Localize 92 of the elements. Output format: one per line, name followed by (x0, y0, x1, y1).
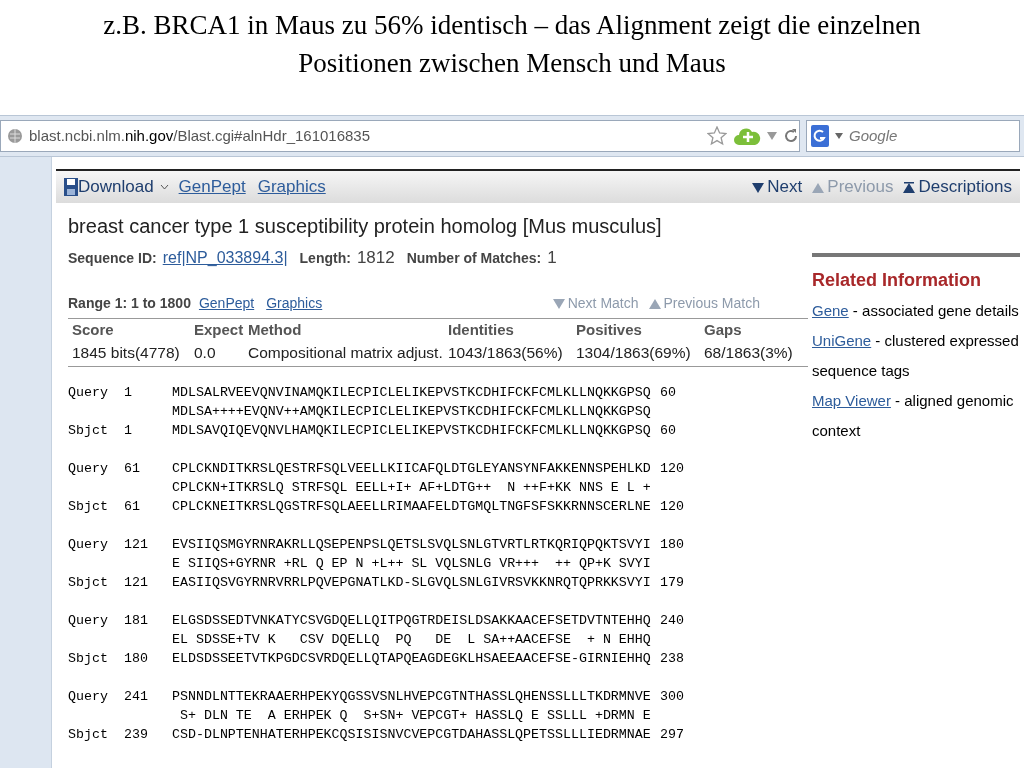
position-number: 240 (660, 612, 684, 631)
subject-label: Sbjct (68, 574, 109, 593)
sequence-text: MDLSALRVEEVQNVINAMQKILECPICLELIKEPVSTKCDHIFCKFCMLKLLNQKKGPSQ (172, 384, 652, 403)
query-label: Query (68, 460, 109, 479)
nav-link[interactable]: Next (752, 174, 803, 200)
query-label: Query (68, 612, 109, 631)
address-bar[interactable]: blast.ncbi.nlm.nih.gov/Blast.cgi#alnHdr_161016835 (0, 120, 800, 152)
dropdown-icon[interactable] (767, 132, 777, 140)
position-number: 300 (660, 688, 684, 707)
table-cell-text: 1304/1863(69%) (575, 343, 692, 363)
subject-label: Sbjct (68, 726, 109, 745)
match-line: CPLCKN+ITKRSLQ STRFSQL EELL+I+ AF+LDTG++ N ++F+KK NNS E L + (172, 479, 651, 498)
position-number: 121 (124, 574, 149, 593)
column-header: Identities (447, 319, 515, 340)
position-number: 120 (660, 460, 684, 479)
slide-title: z.B. BRCA1 in Maus zu 56% identisch – das Alignment zeigt die einzelnen Positionen zwischen Mensch und Maus (102, 9, 922, 80)
sequence-text: ELGSDSSEDTVNKATYCSVGDQELLQITPQGTRDEISLDSAKKAACEFSETDVTNTEHHQ (172, 612, 652, 631)
reload-icon[interactable] (783, 128, 799, 144)
position-number: 60 (660, 384, 676, 403)
position-number: 238 (660, 650, 684, 669)
match-line: E SIIQS+GYRNR +RL Q EP N +L++ SL VQLSNLG VR+++ ++ QP+K SVYI (172, 555, 651, 574)
position-number: 239 (124, 726, 149, 745)
column-header: Expect (193, 319, 244, 340)
matches-value: 1 (547, 247, 557, 269)
globe-icon (7, 128, 23, 144)
toolbar-link[interactable]: Graphics (257, 174, 326, 200)
query-label: Query (68, 536, 109, 555)
length-value: 1812 (356, 247, 395, 269)
sequence-text: CSD-DLNPTENHATERHPEKCQSISISNVCVEPCGTDAHASSLQPETSSLLLIEDRMNAE (172, 726, 652, 745)
position-number: 181 (124, 612, 149, 631)
position-number: 180 (660, 536, 684, 555)
position-number: 180 (124, 650, 149, 669)
sequence-id-link[interactable]: ref|NP_033894.3| (162, 246, 288, 270)
range-link[interactable]: Graphics (266, 292, 323, 314)
down-arrow-icon (752, 180, 765, 194)
position-number: 61 (124, 498, 141, 517)
subject-label: Sbjct (68, 422, 109, 441)
caret-icon[interactable] (159, 184, 169, 190)
search-input[interactable]: Google (849, 124, 989, 148)
length-label: Length: (299, 249, 351, 268)
search-engine-icon (811, 125, 829, 147)
subject-label: Sbjct (68, 650, 109, 669)
query-label: Query (68, 688, 109, 707)
related-link[interactable]: Map Viewer (812, 392, 891, 409)
table-cell-text: 68/1863(3%) (703, 343, 790, 363)
query-label: Query (68, 384, 109, 403)
column-header: Score (71, 319, 115, 340)
match-line: S+ DLN TE A ERHPEK Q S+SN+ VEPCGT+ HASSLQ E SSLLL +DRMN E (178, 707, 651, 726)
toolbar-link[interactable]: GenPept (178, 174, 246, 200)
position-number: 179 (660, 574, 684, 593)
position-number: 121 (124, 536, 149, 555)
download-link[interactable]: Download (78, 174, 154, 200)
position-number: 1 (124, 422, 133, 441)
sequence-text: MDLSAVQIQEVQNVLHAMQKILECPICLELIKEPVSTKCDHIFCKFCMLKLLNQKKGPSQ (172, 422, 652, 441)
position-number: 297 (660, 726, 684, 745)
table-cell-text: 0.0 (193, 343, 217, 363)
up-arrow-icon (903, 180, 916, 194)
table-cell-text: Compositional matrix adjust. (247, 343, 444, 363)
table-cell-text: 1845 bits(4778) (71, 343, 181, 363)
sequence-text: ELDSDSSEETVTKPGDCSVRDQELLQTAPQEAGDEGKLHSAEEAACEFSE-GIRNIEHHQ (172, 650, 652, 669)
matches-label: Number of Matches: (406, 249, 542, 268)
sequence-text: PSNNDLNTTEKRAAERHPEKYQGSSVSNLHVEPCGTNTHASSLQHENSSLLLTKDRMNVE (172, 688, 652, 707)
star-icon[interactable] (707, 126, 727, 146)
subject-label: Sbjct (68, 498, 109, 517)
position-number: 60 (660, 422, 676, 441)
sequence-text: EASIIQSVGYRNRVRRLPQVEPGNATLKD-SLGVQLSNLGIVRSVKKNRQTQPRKKSVYI (172, 574, 652, 593)
position-number: 120 (660, 498, 684, 517)
sequence-text: CPLCKNDITKRSLQESTRFSQLVEELLKIICAFQLDTGLEYANSYNFAKKENNSPEHLKD (172, 460, 652, 479)
related-link[interactable]: Gene (812, 302, 849, 319)
sequence-id-label: Sequence ID: (68, 249, 157, 268)
save-icon (64, 178, 78, 196)
column-header: Method (247, 319, 303, 340)
nav-link[interactable]: Descriptions (903, 174, 1012, 200)
position-number: 1 (124, 384, 133, 403)
down-arrow-icon (552, 296, 565, 310)
search-field[interactable]: Google (806, 120, 1020, 152)
range-link[interactable]: GenPept (198, 292, 255, 314)
dropdown-icon[interactable] (835, 133, 843, 139)
related-link[interactable]: UniGene (812, 332, 872, 349)
position-number: 61 (124, 460, 141, 479)
related-title: Related Information (812, 269, 982, 292)
match-line: MDLSA++++EVQNV++AMQKILECPICLELIKEPVSTKCDHIFCKFCMLKLLNQKKGPSQ (172, 403, 651, 422)
position-number: 241 (124, 688, 149, 707)
column-header: Gaps (703, 319, 743, 340)
table-cell-text: 1043/1863(56%) (447, 343, 564, 363)
url-text: blast.ncbi.nlm.nih.gov/Blast.cgi#alnHdr_161016835 (29, 125, 372, 146)
match-line: EL SDSSE+TV K CSV DQELLQ PQ DE L SA++AACEFSE + N EHHQ (172, 631, 651, 650)
sequence-text: CPLCKNEITKRSLQGSTRFSQLAEELLRIMAAFELDTGMQLTNGFSFSKKRNNSCERLNE (172, 498, 652, 517)
column-header: Positives (575, 319, 643, 340)
sequence-text: EVSIIQSMGYRNRAKRLLQSEPENPSLQETSLSVQLSNLGTVRTLRTKQRIQPQKTSVYI (172, 536, 652, 555)
hit-title: breast cancer type 1 susceptibility protein homolog [Mus musculus] (68, 214, 663, 239)
range-label: Range 1: 1 to 1800 (68, 293, 191, 313)
